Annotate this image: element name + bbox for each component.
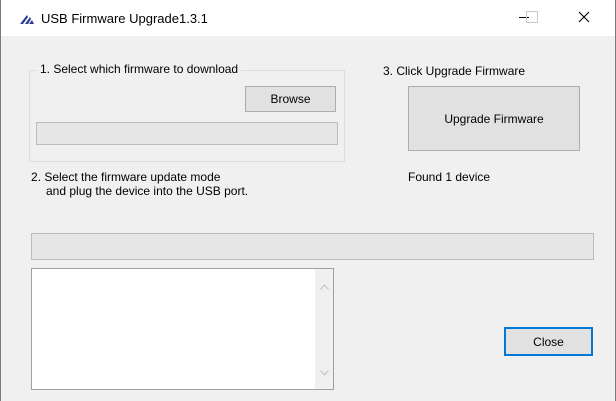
maximize-icon [526,10,538,26]
step2-line1: 2. Select the firmware update mode [31,170,221,184]
device-status: Found 1 device [408,170,491,184]
window-close-button[interactable] [561,0,607,36]
log-text [32,269,333,273]
log-scrollbar[interactable] [315,269,333,389]
firmware-groupbox [29,70,345,162]
app-window: USB Firmware Upgrade1.3.1 1. Select whic… [0,0,616,401]
step1-legend: 1. Select which firmware to download [37,62,242,76]
app-logo-icon [19,13,35,25]
scroll-down-icon[interactable] [320,365,329,379]
close-button[interactable]: Close [504,327,593,356]
step2-line2: and plug the device into the USB port. [46,184,249,198]
maximize-button[interactable] [509,0,555,36]
browse-button[interactable]: Browse [245,86,336,112]
step3-title: 3. Click Upgrade Firmware [383,64,526,78]
close-icon [578,11,590,26]
title-bar: USB Firmware Upgrade1.3.1 [1,0,615,36]
firmware-path-field[interactable] [36,122,338,145]
progress-bar [31,233,594,260]
log-textarea[interactable] [31,268,334,390]
upgrade-firmware-button[interactable]: Upgrade Firmware [408,86,580,151]
window-title: USB Firmware Upgrade1.3.1 [41,11,208,26]
scroll-up-icon[interactable] [320,279,329,293]
